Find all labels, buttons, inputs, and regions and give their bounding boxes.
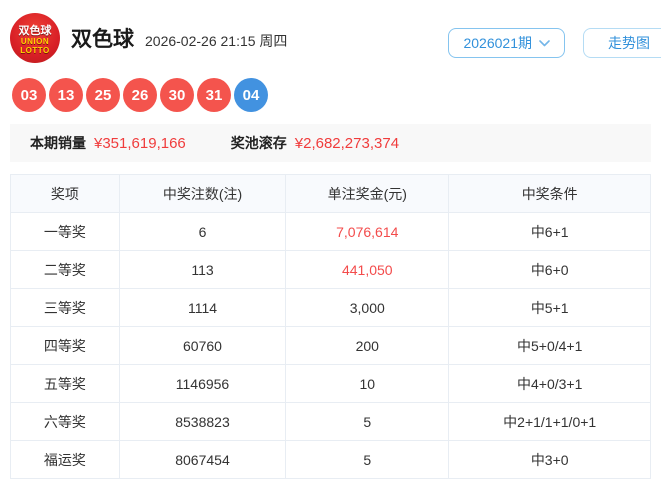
red-ball: 26 (123, 78, 157, 112)
win-condition-cell: 中3+0 (448, 440, 651, 479)
prize-amount-cell: 200 (285, 326, 450, 365)
prize-name-cell: 五等奖 (10, 364, 120, 403)
prize-name-cell: 福运奖 (10, 440, 120, 479)
page-header: 双色球 UNION LOTTO 双色球 2026-02-26 21:15 周四 … (0, 0, 661, 64)
pool-value: ¥2,682,273,374 (294, 134, 400, 152)
sales-value: ¥351,619,166 (94, 134, 186, 152)
table-row: 六等奖 8538823 5 中2+1/1+1/0+1 (10, 402, 651, 441)
win-condition-cell: 中6+0 (448, 250, 651, 289)
prize-amount-cell: 441,050 (285, 250, 450, 289)
prize-amount-cell: 5 (285, 402, 450, 441)
prize-name-cell: 二等奖 (10, 250, 120, 289)
win-count-cell: 1114 (118, 288, 287, 327)
red-ball: 03 (12, 78, 46, 112)
win-condition-cell: 中5+1 (448, 288, 651, 327)
win-condition-cell: 中6+1 (448, 212, 651, 251)
win-condition-cell: 中5+0/4+1 (448, 326, 651, 365)
prize-table-header-row: 奖项 中奖注数(注) 单注奖金(元) 中奖条件 (10, 174, 651, 213)
win-condition-cell: 中2+1/1+1/0+1 (448, 402, 651, 441)
logo-text-union: UNION (20, 36, 50, 46)
draw-datetime: 2026-02-26 21:15 周四 (145, 32, 288, 49)
prize-amount-cell: 10 (285, 364, 450, 403)
red-ball: 13 (49, 78, 83, 112)
red-ball: 31 (197, 78, 231, 112)
summary-bar: 本期销量 ¥351,619,166 奖池滚存 ¥2,682,273,374 (10, 124, 651, 162)
prize-name-cell: 一等奖 (10, 212, 120, 251)
trend-chart-button[interactable]: 走势图 (583, 28, 661, 58)
prize-name-cell: 四等奖 (10, 326, 120, 365)
column-header: 奖项 (10, 174, 120, 213)
table-row: 二等奖 113 441,050 中6+0 (10, 250, 651, 289)
pool-label: 奖池滚存 (230, 135, 287, 151)
prize-table: 奖项 中奖注数(注) 单注奖金(元) 中奖条件 一等奖 6 7,076,614 中6+1 二等… (10, 174, 651, 479)
win-count-cell: 1146956 (118, 364, 287, 403)
red-ball: 30 (160, 78, 194, 112)
sales-label: 本期销量 (30, 135, 86, 151)
win-count-cell: 113 (118, 250, 287, 289)
table-row: 一等奖 6 7,076,614 中6+1 (10, 212, 651, 251)
red-ball: 25 (86, 78, 120, 112)
prize-name-cell: 三等奖 (10, 288, 120, 327)
blue-ball: 04 (234, 78, 268, 112)
table-row: 五等奖 1146956 10 中4+0/3+1 (10, 364, 651, 403)
column-header: 单注奖金(元) (285, 174, 450, 213)
column-header: 中奖注数(注) (118, 174, 287, 213)
period-dropdown[interactable]: 2026021期 (448, 28, 565, 58)
pool-summary: 奖池滚存 ¥2,682,273,374 (231, 133, 399, 153)
win-condition-cell: 中4+0/3+1 (448, 364, 651, 403)
prize-amount-cell: 7,076,614 (285, 212, 450, 251)
logo-text-zh: 双色球 (18, 24, 52, 37)
logo-text-lotto: LOTTO (20, 45, 50, 55)
prize-table-body: 一等奖 6 7,076,614 中6+1 二等奖 113 441,050 中6+0 三等奖 111… (10, 212, 651, 479)
win-count-cell: 8538823 (118, 402, 287, 441)
table-row: 福运奖 8067454 5 中3+0 (10, 440, 651, 479)
chevron-down-icon (539, 39, 550, 47)
prize-amount-cell: 3,000 (285, 288, 450, 327)
prize-amount-cell: 5 (285, 440, 450, 479)
union-lotto-logo-icon: 双色球 UNION LOTTO (10, 13, 60, 63)
winning-numbers-row: 03 13 25 26 30 31 04 (12, 78, 661, 112)
win-count-cell: 60760 (118, 326, 287, 365)
win-count-cell: 6 (118, 212, 287, 251)
column-header: 中奖条件 (448, 174, 651, 213)
table-row: 三等奖 1114 3,000 中5+1 (10, 288, 651, 327)
sales-summary: 本期销量 ¥351,619,166 (30, 133, 186, 153)
page-title: 双色球 (71, 28, 134, 51)
win-count-cell: 8067454 (118, 440, 287, 479)
period-dropdown-value: 2026021期 (463, 35, 532, 51)
header-controls: 2026021期 走势图 (448, 28, 661, 58)
table-row: 四等奖 60760 200 中5+0/4+1 (10, 326, 651, 365)
prize-name-cell: 六等奖 (10, 402, 120, 441)
